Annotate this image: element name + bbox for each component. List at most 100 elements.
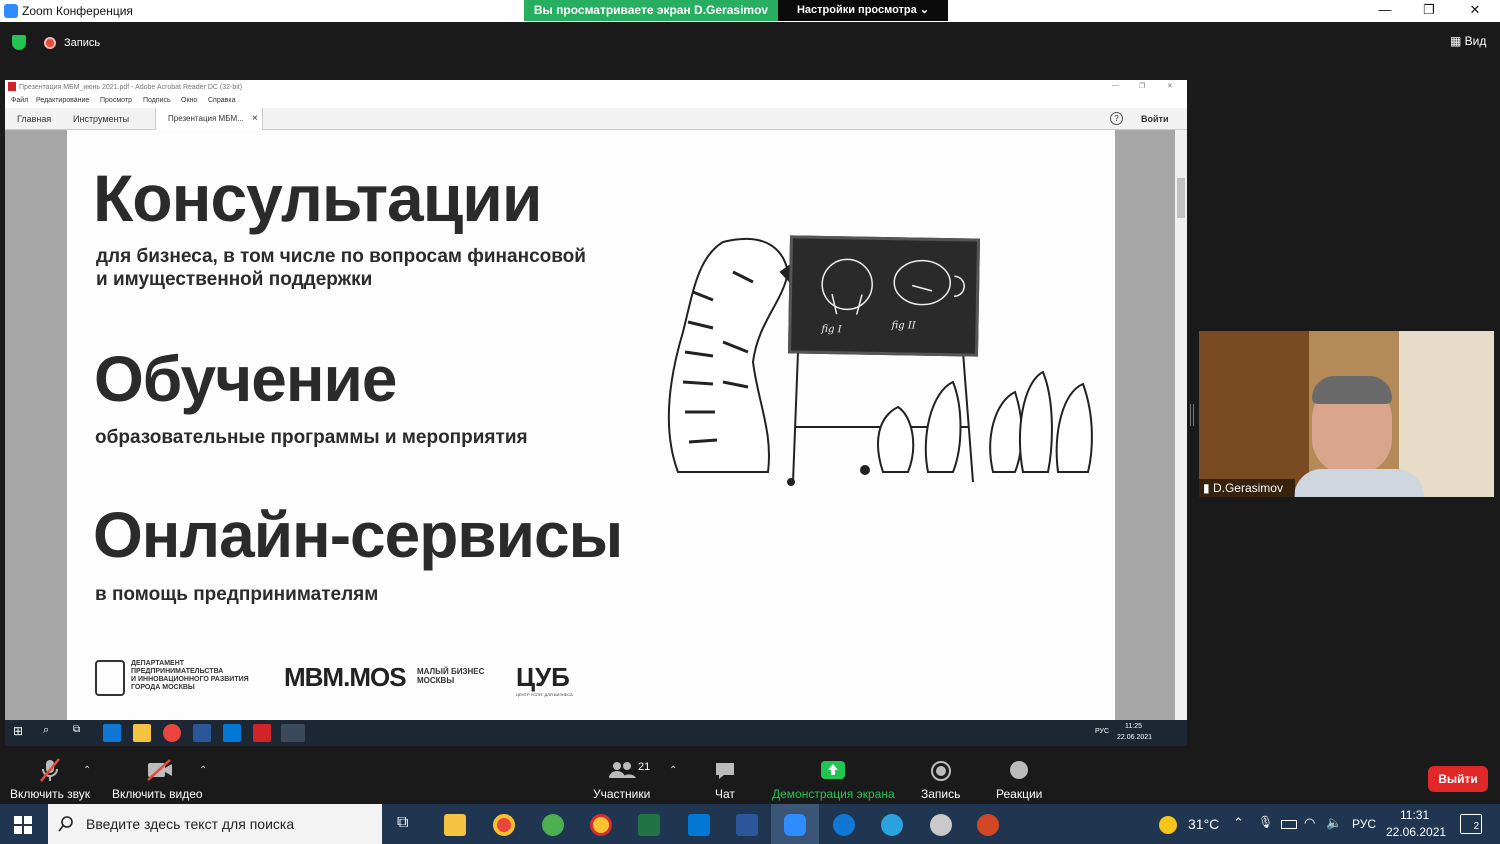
restore-button[interactable]: ❐	[1414, 2, 1444, 20]
sharing-status: Вы просматриваете экран D.Gerasimov	[524, 0, 778, 21]
record-label: Запись	[921, 787, 961, 801]
clock-time[interactable]: 11:31	[1400, 808, 1429, 822]
board-fig2: fig II	[891, 320, 916, 332]
taskbar-search[interactable]: Введите здесь текст для поиска	[48, 804, 382, 844]
mbm-sub-line: МОСКВЫ	[417, 676, 455, 685]
participants-count: 21	[638, 761, 651, 773]
explorer-icon	[133, 724, 151, 742]
acrobat-title: Презентация МБМ_июнь 2021.pdf - Adobe Ac…	[19, 84, 243, 91]
close-button[interactable]: ✕	[1460, 2, 1490, 20]
microphone-muted-icon	[40, 758, 60, 782]
participant-name: D.Gerasimov	[1212, 481, 1283, 495]
battery-icon[interactable]	[1281, 820, 1297, 829]
subtitle-online-services: в помощь предпринимателям	[95, 584, 379, 605]
menu-view[interactable]: Просмотр	[100, 97, 132, 104]
1c-icon[interactable]	[590, 814, 612, 836]
acrobat-tabs: Главная Инструменты Презентация МБМ... ×…	[5, 108, 1187, 130]
camera-off-icon	[147, 759, 172, 781]
microphone-icon[interactable]: 🎙	[1258, 815, 1273, 829]
zoom-taskbar-item[interactable]	[771, 804, 819, 844]
inner-lang: РУС	[1095, 728, 1110, 735]
chrome-icon	[163, 724, 181, 742]
clock-date[interactable]: 22.06.2021	[1386, 825, 1446, 839]
windows-start-icon: ⊞	[13, 724, 24, 738]
tab-tools[interactable]: Инструменты	[73, 114, 129, 124]
share-screen-label: Демонстрация экрана	[772, 787, 895, 801]
subtitle-line-1: для бизнеса, в том числе по вопросам фин…	[96, 246, 586, 267]
excel-icon[interactable]	[638, 814, 660, 836]
menu-edit[interactable]: Редактирование	[36, 97, 89, 104]
snipping-icon[interactable]	[930, 814, 952, 836]
participants-options-caret[interactable]: ⌃	[669, 765, 677, 776]
document-area: Консультации для бизнеса, в том числе по…	[5, 130, 1187, 720]
shield-icon[interactable]	[12, 35, 26, 50]
wifi-icon[interactable]: ◠	[1304, 815, 1315, 831]
tab-document[interactable]: Презентация МБМ... ×	[155, 108, 263, 130]
participant-video[interactable]: ▮ D.Gerasimov	[1199, 331, 1494, 497]
acrobat-scrollbar[interactable]	[1175, 130, 1187, 720]
word-icon[interactable]	[736, 814, 758, 836]
participant-hair	[1312, 376, 1392, 404]
weather-temp[interactable]: 31°C	[1188, 816, 1219, 832]
task-view-icon: ⧉	[73, 724, 81, 735]
word-icon	[193, 724, 211, 742]
task-view-icon[interactable]: ⧉	[397, 814, 408, 832]
signin-button[interactable]: Войти	[1141, 114, 1168, 124]
zoom-app-icon	[4, 4, 18, 18]
file-explorer-icon[interactable]	[444, 814, 466, 836]
language-indicator[interactable]: РУС	[1352, 817, 1376, 831]
zoom-controls: Включить звук ⌃ Включить видео ⌃ 21 Учас…	[0, 747, 1500, 804]
powerpoint-icon[interactable]	[977, 814, 999, 836]
logo1-line: ГОРОДА МОСКВЫ	[131, 684, 195, 691]
acrobat-restore-icon[interactable]: ❐	[1139, 82, 1145, 90]
window-title: Zoom Конференция	[22, 4, 133, 18]
acrobat-icon	[8, 82, 16, 91]
menu-window[interactable]: Окно	[181, 97, 197, 104]
edge-icon	[103, 724, 121, 742]
start-video-label: Включить видео	[112, 787, 203, 801]
windows-taskbar: Введите здесь текст для поиска ⧉ 31°C ⌃ …	[0, 804, 1500, 844]
mbm-logo: MBM.MOS	[284, 662, 407, 692]
minimize-button[interactable]: —	[1370, 2, 1400, 20]
outlook-icon[interactable]	[688, 814, 710, 836]
edge-icon[interactable]	[833, 814, 855, 836]
inner-time: 11:25	[1125, 723, 1142, 730]
reactions-label: Реакции	[996, 787, 1043, 801]
grid-icon: ▦	[1450, 34, 1465, 48]
globe-icon[interactable]	[542, 814, 564, 836]
cub-logo: ЦУБ	[516, 662, 570, 692]
zoom-topbar: Запись ▦ Вид	[0, 22, 1500, 62]
search-icon: ⌕	[43, 724, 50, 736]
help-icon[interactable]: ?	[1110, 112, 1123, 125]
outlook-icon	[223, 724, 241, 742]
video-options-caret[interactable]: ⌃	[199, 765, 207, 776]
audio-options-caret[interactable]: ⌃	[83, 765, 91, 776]
acrobat-menubar: Файл Редактирование Просмотр Подпись Окн…	[5, 96, 1187, 108]
acrobat-minimize-icon[interactable]: —	[1112, 82, 1119, 89]
panel-resize-handle[interactable]	[1190, 404, 1194, 426]
windows-start-icon[interactable]	[14, 816, 32, 834]
telegram-icon[interactable]	[881, 814, 903, 836]
zoom-taskbar-icon	[281, 724, 305, 742]
menu-file[interactable]: Файл	[11, 97, 28, 104]
notifications-icon[interactable]: 2	[1460, 814, 1482, 834]
acrobat-taskbar-icon	[253, 724, 271, 742]
scroll-thumb[interactable]	[1177, 178, 1185, 218]
board-fig1: fig I	[821, 323, 842, 336]
heading-consultations: Консультации	[93, 161, 542, 235]
acrobat-close-icon[interactable]: ✕	[1167, 82, 1173, 90]
view-button[interactable]: ▦ Вид	[1450, 34, 1486, 48]
chevron-up-icon[interactable]: ⌃	[1233, 815, 1244, 831]
weather-sun-icon[interactable]	[1159, 816, 1177, 834]
logo1-line: ПРЕДПРИНИМАТЕЛЬСТВА	[131, 668, 224, 675]
leave-button[interactable]: Выйти	[1428, 766, 1488, 792]
tab-home[interactable]: Главная	[17, 114, 51, 124]
volume-icon[interactable]: 🔈	[1326, 815, 1342, 831]
view-settings-button[interactable]: Настройки просмотра ⌄	[778, 0, 948, 21]
recording-label: Запись	[64, 37, 101, 49]
menu-sign[interactable]: Подпись	[143, 97, 171, 104]
chrome-icon[interactable]	[493, 814, 515, 836]
menu-help[interactable]: Справка	[208, 97, 235, 104]
close-tab-icon[interactable]: ×	[252, 113, 258, 124]
mbm-logo-sub: МАЛЫЙ БИЗНЕС МОСКВЫ	[417, 667, 484, 685]
